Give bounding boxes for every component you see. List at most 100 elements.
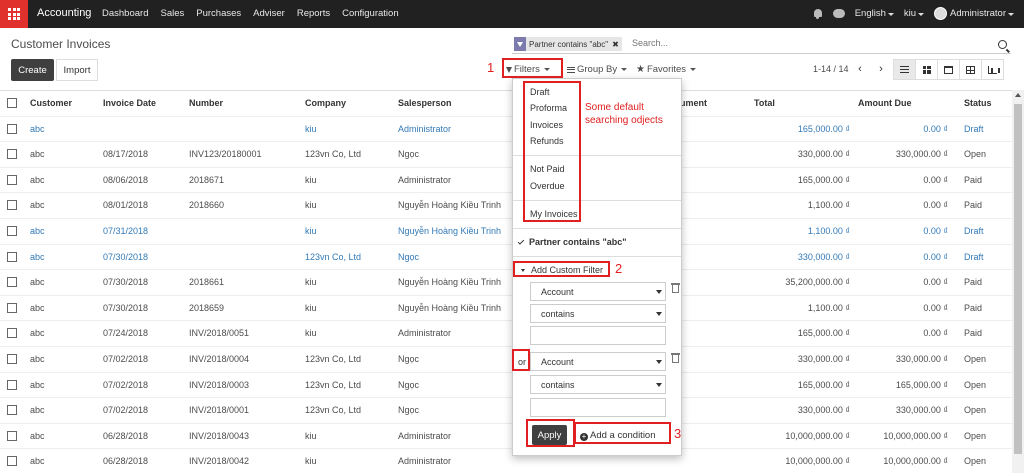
menu-reports[interactable]: Reports	[297, 8, 330, 19]
table-row[interactable]: abc 07/30/2018 2018661 kiu Nguyễn Hoàng Kiều…	[0, 269, 1012, 295]
cell-total: 1,100.00 ₫	[807, 200, 850, 211]
kanban-view-button[interactable]	[915, 59, 938, 80]
favorites-button[interactable]: ★ Favorites	[636, 64, 697, 75]
calendar-view-button[interactable]	[937, 59, 960, 80]
menu-adviser[interactable]: Adviser	[253, 8, 285, 19]
list-icon	[900, 66, 909, 73]
table-row[interactable]: abc 07/02/2018 INV/2018/0001 123vn Co, Ltd N…	[0, 397, 1012, 423]
trash-icon[interactable]	[671, 283, 680, 293]
import-button[interactable]: Import	[56, 59, 98, 81]
condition1-value-input[interactable]	[530, 326, 666, 345]
company-switcher[interactable]: kiu	[903, 8, 925, 19]
pager-next-button[interactable]: ›	[871, 60, 891, 78]
row-checkbox[interactable]	[7, 430, 17, 441]
pivot-view-button[interactable]	[959, 59, 982, 80]
table-row[interactable]: abckiuAdministrator4165,000.00 ₫0.00 ₫Dr…	[0, 115, 1012, 142]
select-all-checkbox[interactable]	[7, 98, 17, 108]
bell-icon[interactable]	[813, 8, 823, 19]
trash-icon[interactable]	[671, 353, 680, 363]
row-checkbox[interactable]	[7, 379, 17, 390]
condition2-field-select[interactable]: Account	[530, 352, 666, 371]
row-checkbox[interactable]	[7, 277, 17, 288]
cell-salesperson: Ngọc	[398, 149, 420, 160]
table-row[interactable]: abc 08/01/2018 2018660 kiu Nguyễn Hoàng Kiều…	[0, 192, 1012, 218]
search-icon[interactable]	[998, 40, 1007, 49]
active-custom-filter[interactable]: Partner contains "abc"	[517, 237, 627, 247]
menu-sales[interactable]: Sales	[160, 8, 184, 19]
cell-salesperson: Administrator	[398, 328, 452, 339]
row-checkbox[interactable]	[7, 405, 17, 416]
groupby-button[interactable]: Group By	[567, 64, 628, 75]
cell-status: Open	[964, 456, 987, 467]
row-checkbox[interactable]	[7, 200, 17, 211]
menu-dashboard[interactable]: Dashboard	[102, 8, 148, 19]
chat-icon[interactable]	[832, 9, 845, 18]
cell-number: 2018661	[189, 277, 225, 288]
search-bar: Partner contains "abc" ✖	[512, 35, 1011, 54]
row-checkbox[interactable]	[7, 251, 17, 262]
row-checkbox[interactable]	[7, 226, 17, 236]
language-switcher[interactable]: English	[855, 8, 894, 19]
condition1-operator-select[interactable]: contains	[530, 304, 666, 323]
apps-menu-button[interactable]	[0, 0, 28, 28]
header-customer[interactable]: Customer	[30, 98, 72, 108]
cell-status: Paid	[964, 174, 983, 185]
scrollbar[interactable]	[1012, 90, 1024, 473]
header-total[interactable]: Total	[754, 98, 775, 108]
cell-total: 330,000.00 ₫	[797, 251, 850, 262]
row-checkbox[interactable]	[7, 149, 17, 160]
cell-customer: abc	[30, 200, 45, 211]
groupby-label: Group By	[577, 64, 618, 75]
table-row[interactable]: abc 07/30/2018 123vn Co, Ltd Ngọc 330,000.00…	[0, 243, 1012, 270]
condition1-field-select[interactable]: Account	[530, 282, 666, 301]
list-view-button[interactable]	[893, 59, 916, 80]
condition2-value-input[interactable]	[530, 398, 666, 417]
scroll-up-icon[interactable]	[1015, 93, 1021, 97]
table-row[interactable]: abc08/06/20182018671kiuAdministrator5165…	[0, 166, 1012, 193]
table-row[interactable]: abc 06/28/2018 INV/2018/0043 kiu Administrat…	[0, 422, 1012, 449]
search-input[interactable]	[632, 38, 972, 48]
remove-facet-icon[interactable]: ✖	[612, 40, 619, 49]
menu-purchases[interactable]: Purchases	[196, 8, 241, 19]
row-checkbox[interactable]	[7, 328, 17, 339]
table-row[interactable]: abc 07/02/2018 INV/2018/0003 123vn Co, Ltd N…	[0, 371, 1012, 398]
row-checkbox[interactable]	[7, 354, 17, 364]
table-row[interactable]: abc 08/17/2018 INV123/20180001 123vn Co, Lt…	[0, 141, 1012, 167]
header-amount-due[interactable]: Amount Due	[858, 98, 912, 108]
cell-customer: abc	[30, 277, 45, 288]
table-row[interactable]: abc 07/24/2018 INV/2018/0051 kiu Administrat…	[0, 320, 1012, 346]
cell-invoice-date: 08/06/2018	[103, 174, 149, 185]
header-company[interactable]: Company	[305, 98, 346, 108]
table-row[interactable]: abc 06/28/2018 INV/2018/0042 kiu Administrat…	[0, 448, 1012, 473]
table-icon	[966, 65, 975, 74]
menu-configuration[interactable]: Configuration	[342, 8, 399, 19]
cell-customer: abc	[30, 405, 45, 416]
table-row[interactable]: abc 07/31/2018 kiu Nguyễn Hoàng Kiều Trinh 1…	[0, 218, 1012, 244]
header-invoice-date[interactable]: Invoice Date	[103, 98, 156, 108]
cell-status: Open	[964, 430, 987, 441]
row-checkbox[interactable]	[7, 302, 17, 313]
app-brand[interactable]: Accounting	[37, 7, 91, 19]
header-salesperson[interactable]: Salesperson	[398, 98, 452, 108]
condition2-operator-select[interactable]: contains	[530, 375, 666, 394]
table-row[interactable]: abc 07/02/2018 INV/2018/0004 123vn Co, Ltd N…	[0, 346, 1012, 372]
pager-previous-button[interactable]: ‹	[850, 60, 870, 78]
row-checkbox[interactable]	[7, 456, 17, 467]
user-menu[interactable]: Administrator	[934, 7, 1014, 20]
graph-view-button[interactable]	[981, 59, 1004, 80]
scrollbar-thumb[interactable]	[1014, 104, 1022, 454]
pager-value[interactable]: 1-14 / 14	[813, 64, 849, 74]
company-label: kiu	[903, 8, 917, 19]
cell-company: 123vn Co, Ltd	[305, 149, 362, 160]
table-row[interactable]: abc 07/30/2018 2018659 kiu Nguyễn Hoàng Kiều…	[0, 294, 1012, 321]
row-checkbox[interactable]	[7, 174, 17, 185]
row-checkbox[interactable]	[7, 123, 17, 134]
apps-grid-icon	[8, 8, 20, 20]
create-button[interactable]: Create	[11, 59, 54, 81]
divider	[513, 256, 681, 257]
cell-company: kiu	[305, 430, 317, 441]
header-number[interactable]: Number	[189, 98, 223, 108]
cell-number: INV/2018/0042	[189, 456, 250, 467]
cell-number: INV/2018/0001	[189, 405, 250, 416]
header-status[interactable]: Status	[964, 98, 992, 108]
